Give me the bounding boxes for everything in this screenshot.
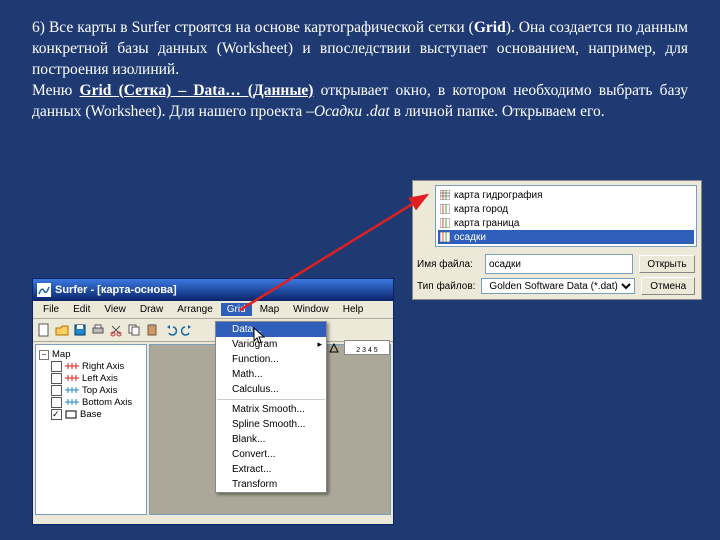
tree-item[interactable]: Top Axis: [39, 385, 143, 396]
menu-item-variogram[interactable]: Variogram: [216, 337, 326, 352]
checkbox[interactable]: [51, 385, 62, 396]
file-list[interactable]: карта гидрография карта город карта гран…: [435, 185, 697, 247]
object-manager[interactable]: − Map Right Axis Left Axis Top Axis Bott…: [35, 344, 147, 515]
tree-item[interactable]: Left Axis: [39, 373, 143, 384]
filename-input[interactable]: [485, 254, 633, 274]
tree-item-label: Top Axis: [82, 385, 117, 396]
cursor-icon: [253, 327, 267, 348]
axis-icon: [65, 362, 79, 371]
open-button[interactable]: Открыть: [639, 255, 695, 273]
list-item[interactable]: осадки: [438, 230, 694, 244]
app-icon: [37, 283, 51, 297]
copy-icon[interactable]: [126, 322, 142, 338]
menu-separator: [217, 399, 325, 400]
tree-item-label: Right Axis: [82, 361, 124, 372]
surfer-window: Surfer - [карта-основа] File Edit View D…: [32, 278, 394, 525]
menu-draw[interactable]: Draw: [134, 303, 169, 316]
callout-arrow: [222, 185, 442, 315]
tree-item[interactable]: Base: [39, 409, 143, 420]
file-name: карта гидрография: [454, 190, 543, 201]
menu-item-blank[interactable]: Blank...: [216, 432, 326, 447]
menu-file[interactable]: File: [37, 303, 65, 316]
axis-icon: [65, 374, 79, 383]
menu-item-transform[interactable]: Transform: [216, 477, 326, 492]
list-item[interactable]: карта гидрография: [438, 188, 694, 202]
collapse-icon[interactable]: −: [39, 350, 49, 360]
window-title: Surfer - [карта-основа]: [55, 284, 177, 296]
polygon-tool-icon[interactable]: [328, 342, 340, 354]
menu-arrange[interactable]: Arrange: [171, 303, 219, 316]
file-name: осадки: [454, 232, 486, 243]
filetype-select[interactable]: Golden Software Data (*.dat): [481, 278, 635, 294]
tree-root-label: Map: [52, 349, 70, 360]
file-name: карта город: [454, 204, 508, 215]
menu-item-function[interactable]: Function...: [216, 352, 326, 367]
open-file-dialog: карта гидрография карта город карта гран…: [412, 180, 702, 300]
file-name: карта граница: [454, 218, 519, 229]
menu-item-calculus[interactable]: Calculus...: [216, 382, 326, 397]
undo-icon[interactable]: [162, 322, 178, 338]
menu-edit[interactable]: Edit: [67, 303, 96, 316]
menu-item-matrixsmooth[interactable]: Matrix Smooth...: [216, 402, 326, 417]
menu-item-math[interactable]: Math...: [216, 367, 326, 382]
list-item[interactable]: карта граница: [438, 216, 694, 230]
tree-item[interactable]: Right Axis: [39, 361, 143, 372]
axis-icon: [65, 386, 79, 395]
cut-icon[interactable]: [108, 322, 124, 338]
checkbox[interactable]: [51, 373, 62, 384]
base-icon: [65, 410, 77, 419]
list-item[interactable]: карта город: [438, 202, 694, 216]
checkbox[interactable]: [51, 409, 62, 420]
menu-item-extract[interactable]: Extract...: [216, 462, 326, 477]
checkbox[interactable]: [51, 397, 62, 408]
tree-item-label: Bottom Axis: [82, 397, 132, 408]
tree-item-label: Left Axis: [82, 373, 118, 384]
tree-item-label: Base: [80, 409, 102, 420]
save-icon[interactable]: [72, 322, 88, 338]
paste-icon[interactable]: [144, 322, 160, 338]
open-icon[interactable]: [54, 322, 70, 338]
tree-root[interactable]: − Map: [39, 349, 143, 360]
new-icon[interactable]: [36, 322, 52, 338]
menu-view[interactable]: View: [98, 303, 132, 316]
ruler: 2 3 4 5: [344, 340, 390, 355]
instruction-text: 6) Все карты в Surfer строятся на основе…: [0, 0, 720, 123]
toolbar: [33, 319, 393, 342]
checkbox[interactable]: [51, 361, 62, 372]
cancel-button[interactable]: Отмена: [641, 277, 695, 295]
menu-item-data[interactable]: Data...: [216, 322, 326, 337]
menu-item-convert[interactable]: Convert...: [216, 447, 326, 462]
print-icon[interactable]: [90, 322, 106, 338]
menu-item-splinesmooth[interactable]: Spline Smooth...: [216, 417, 326, 432]
grid-menu-dropdown[interactable]: Data... Variogram Function... Math... Ca…: [215, 321, 327, 493]
redo-icon[interactable]: [180, 322, 196, 338]
axis-icon: [65, 398, 79, 407]
tree-item[interactable]: Bottom Axis: [39, 397, 143, 408]
